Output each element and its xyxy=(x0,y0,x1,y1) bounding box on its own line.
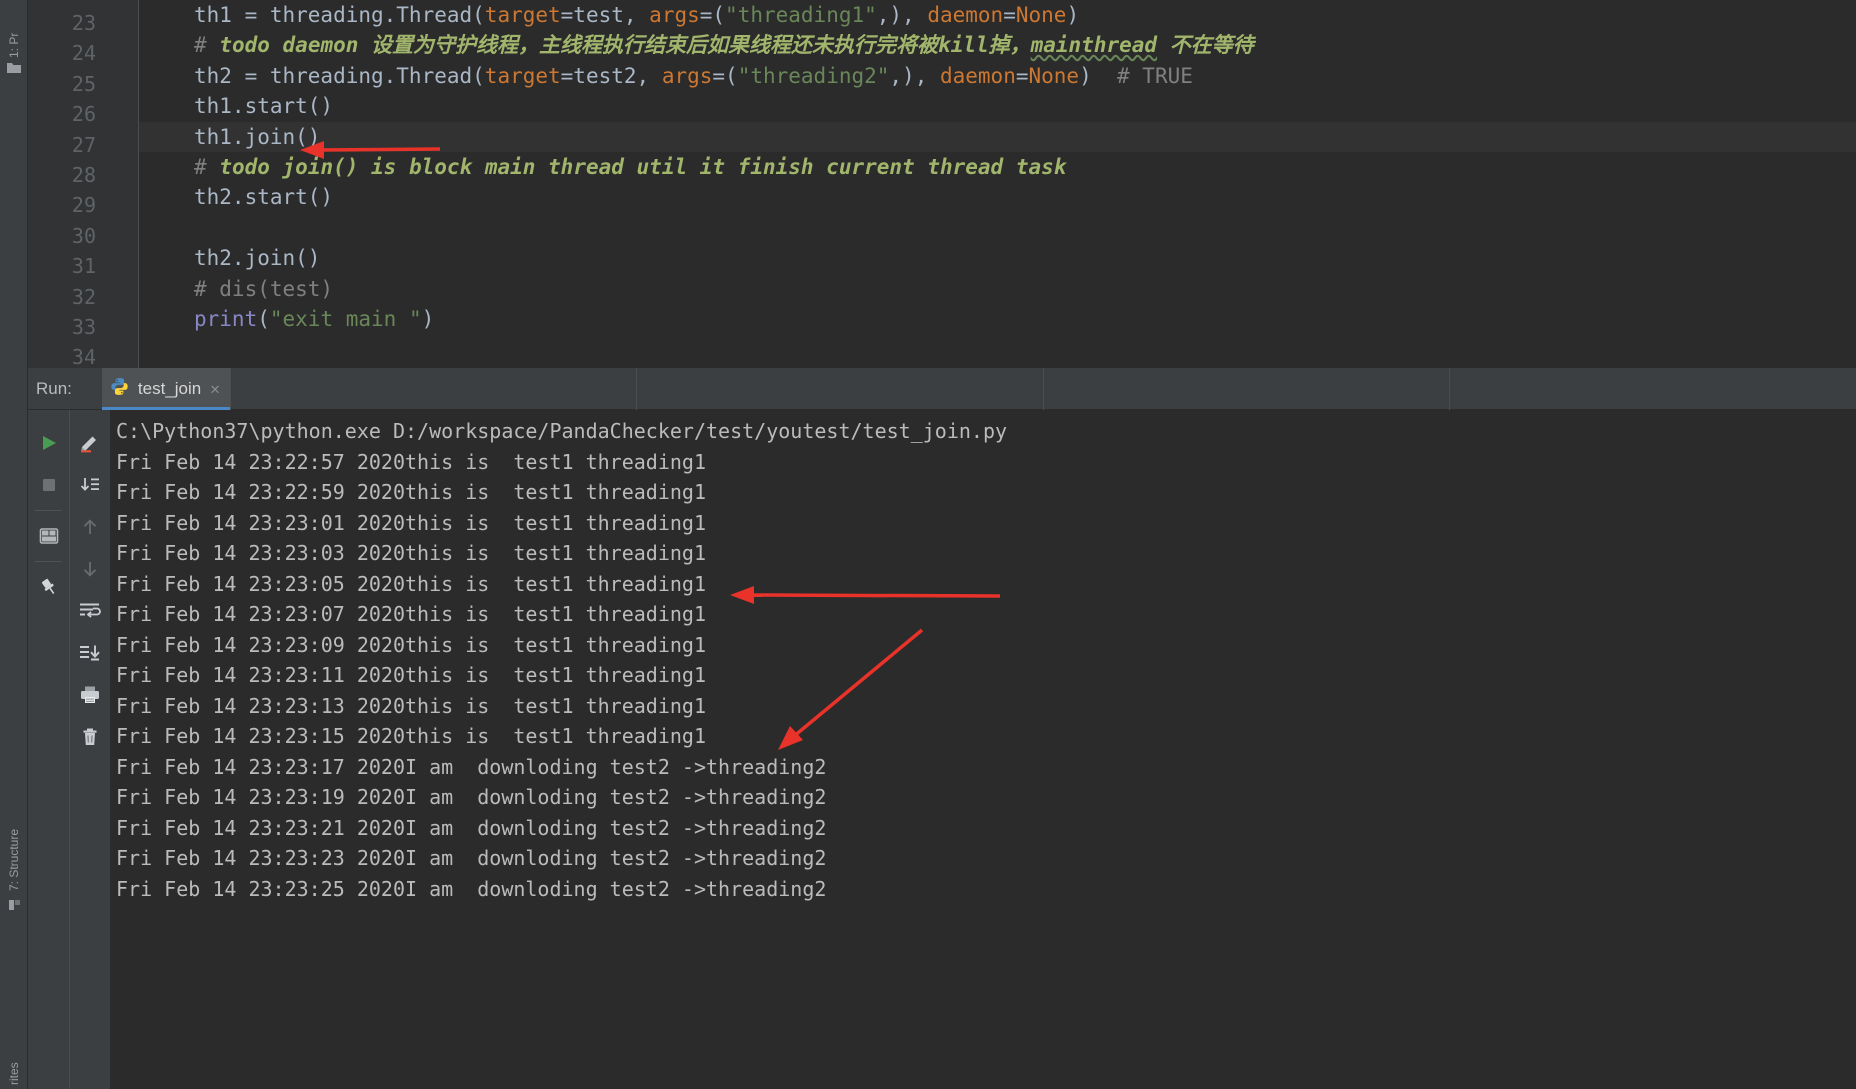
console-line: Fri Feb 14 23:22:59 2020this is test1 th… xyxy=(116,480,707,504)
code-line[interactable]: th1.start() xyxy=(139,91,1856,121)
run-tool-window-body: C:\Python37\python.exe D:/workspace/Pand… xyxy=(28,410,1856,1089)
console-line: Fri Feb 14 23:23:11 2020this is test1 th… xyxy=(116,663,707,687)
toolbar-separator xyxy=(35,561,62,562)
editor-line-numbers: 23 24 25 26 27 28 29 30 31 32 33 34 xyxy=(28,0,103,368)
console-line: Fri Feb 14 23:23:05 2020this is test1 th… xyxy=(116,571,707,596)
line-number: 29 xyxy=(71,193,96,218)
trash-button[interactable] xyxy=(70,716,111,758)
code-line[interactable] xyxy=(139,334,1856,364)
pin-button[interactable] xyxy=(28,566,69,608)
console-line: Fri Feb 14 23:23:21 2020I am downloding … xyxy=(116,815,827,840)
layout-button[interactable] xyxy=(28,515,69,557)
code-editor[interactable]: th1 = threading.Thread(target=test, args… xyxy=(28,0,1856,368)
header-segment xyxy=(229,367,637,410)
python-icon xyxy=(110,377,129,400)
code-line[interactable]: th1.join() xyxy=(139,121,1856,152)
run-toolbar-secondary xyxy=(69,410,110,1089)
code-line[interactable]: th2 = threading.Thread(target=test2, arg… xyxy=(139,61,1856,91)
close-icon[interactable]: ✕ xyxy=(210,379,220,398)
console-line: Fri Feb 14 23:23:09 2020this is test1 th… xyxy=(116,632,707,657)
up-button[interactable] xyxy=(70,506,111,548)
stop-button[interactable] xyxy=(28,464,69,506)
console-line: Fri Feb 14 23:23:25 2020I am downloding … xyxy=(116,876,827,901)
code-line[interactable]: th1 = threading.Thread(target=test, args… xyxy=(139,0,1856,30)
run-label: Run: xyxy=(36,378,72,398)
line-number: 30 xyxy=(71,223,96,248)
code-line[interactable] xyxy=(139,213,1856,243)
console-line: C:\Python37\python.exe D:/workspace/Pand… xyxy=(116,419,1008,443)
project-tool-label: 1: Pr xyxy=(7,32,21,58)
code-line[interactable]: # todo daemon 设置为守护线程，主线程执行结束后如果线程还未执行完将… xyxy=(139,30,1856,60)
run-toolbar-primary xyxy=(28,410,69,1089)
line-number: 32 xyxy=(71,284,96,309)
export-button[interactable] xyxy=(70,632,111,674)
run-tool-window-header: Run: test_join ✕ xyxy=(28,367,1856,410)
folder-icon[interactable] xyxy=(6,60,22,74)
line-number: 34 xyxy=(71,345,96,368)
line-number: 26 xyxy=(71,102,96,127)
print-button[interactable] xyxy=(70,674,111,716)
console-line: Fri Feb 14 23:23:01 2020this is test1 th… xyxy=(116,510,707,535)
line-number: 24 xyxy=(71,41,96,66)
edit-configuration-button[interactable] xyxy=(70,422,111,464)
run-tab-label: test_join xyxy=(137,378,202,398)
code-line[interactable]: print("exit main ") xyxy=(139,304,1856,334)
console-line: Fri Feb 14 23:23:17 2020I am downloding … xyxy=(116,754,827,779)
line-number: 28 xyxy=(71,163,96,187)
code-line[interactable]: th2.join() xyxy=(139,243,1856,273)
structure-tool-label: 7: Structure xyxy=(7,828,21,891)
sidebar-item-favorites[interactable]: rites xyxy=(0,1010,28,1085)
run-tab-test-join[interactable]: test_join ✕ xyxy=(101,367,230,410)
run-header-filler xyxy=(229,367,1856,410)
console-line: Fri Feb 14 23:22:57 2020this is test1 th… xyxy=(116,449,707,474)
console-line: Fri Feb 14 23:23:19 2020I am downloding … xyxy=(116,785,827,809)
scroll-to-end-button[interactable] xyxy=(70,464,111,506)
run-tool-window: Run: test_join ✕ C:\Python37\python.exe … xyxy=(28,367,1856,1089)
sidebar-item-structure[interactable]: 7: Structure xyxy=(0,790,28,910)
soft-wrap-button[interactable] xyxy=(70,590,111,632)
left-tool-strip: 1: Pr 7: Structure rites xyxy=(0,0,28,1089)
code-line[interactable]: # dis(test) xyxy=(139,274,1856,304)
toolbar-separator xyxy=(35,510,62,511)
line-number: 23 xyxy=(71,11,96,35)
console-line: Fri Feb 14 23:23:03 2020this is test1 th… xyxy=(116,541,707,565)
console-line: Fri Feb 14 23:23:07 2020this is test1 th… xyxy=(116,602,707,626)
code-line[interactable]: # todo join() is block main thread util … xyxy=(139,152,1856,182)
structure-icon xyxy=(8,896,20,910)
run-console-output[interactable]: C:\Python37\python.exe D:/workspace/Pand… xyxy=(110,410,1856,1089)
line-number: 33 xyxy=(71,315,96,339)
line-number: 25 xyxy=(71,71,96,96)
pycharm-window: 1: Pr 7: Structure rites th1 = threading… xyxy=(0,0,1856,1089)
code-line[interactable]: th2.start() xyxy=(139,182,1856,212)
rerun-button[interactable] xyxy=(28,422,69,464)
editor-fold-strip[interactable] xyxy=(103,0,139,368)
editor-code-area[interactable]: th1 = threading.Thread(target=test, args… xyxy=(139,0,1856,368)
favorites-tool-label: rites xyxy=(7,1062,21,1085)
header-segment xyxy=(1449,367,1856,410)
console-line: Fri Feb 14 23:23:15 2020this is test1 th… xyxy=(116,724,707,748)
header-segment xyxy=(1042,367,1450,410)
console-line: Fri Feb 14 23:23:23 2020I am downloding … xyxy=(116,846,827,870)
sidebar-item-project[interactable]: 1: Pr xyxy=(0,2,28,58)
console-line: Fri Feb 14 23:23:13 2020this is test1 th… xyxy=(116,693,707,718)
down-button[interactable] xyxy=(70,548,111,590)
line-number: 31 xyxy=(71,254,96,279)
line-number: 27 xyxy=(71,132,96,157)
header-segment xyxy=(636,367,1043,410)
